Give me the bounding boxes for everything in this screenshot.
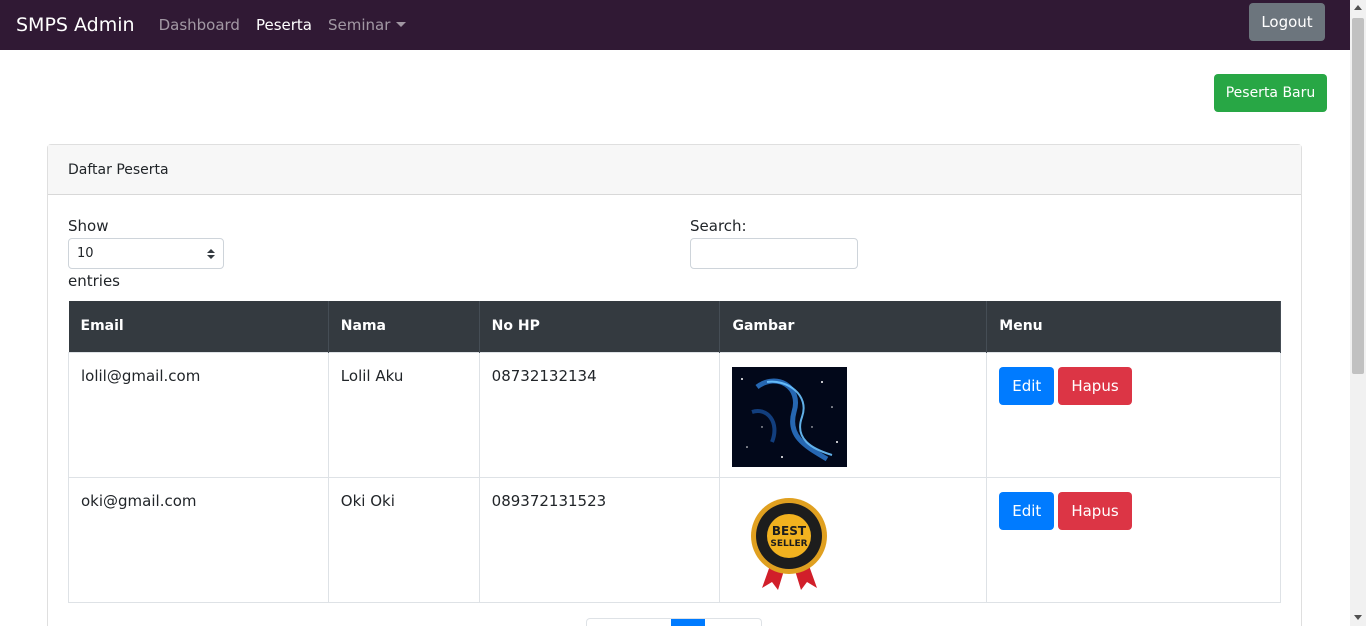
badge-text-best: BEST: [772, 524, 807, 538]
logout-button[interactable]: Logout: [1249, 3, 1325, 41]
cell-email: lolil@gmail.com: [68, 351, 329, 478]
table-row: lolil@gmail.com Lolil Aku 08732132134 Ed…: [68, 351, 1281, 478]
edit-button[interactable]: Edit: [999, 366, 1055, 405]
select-arrows-icon: [207, 248, 215, 259]
entries-label: entries: [68, 272, 120, 290]
entries-select-value: 10: [77, 246, 94, 261]
cell-nama: Oki Oki: [327, 476, 480, 603]
nav-seminar-dropdown[interactable]: Seminar: [328, 16, 407, 34]
card-header: Daftar Peserta: [48, 145, 1301, 195]
cell-gambar: [719, 351, 988, 478]
new-participant-button[interactable]: Peserta Baru: [1214, 74, 1327, 112]
nav-peserta[interactable]: Peserta: [256, 16, 312, 34]
participants-table: Email Nama No HP Gambar Menu lolil@gmail…: [68, 301, 1281, 603]
col-header-gambar[interactable]: Gambar: [719, 301, 988, 352]
search-label: Search:: [690, 217, 747, 235]
cell-gambar: BEST SELLER: [719, 476, 988, 603]
entries-select[interactable]: 10: [68, 238, 224, 269]
col-header-nama[interactable]: Nama: [328, 301, 480, 352]
cell-menu: Edit Hapus: [986, 351, 1281, 478]
nav-seminar-label: Seminar: [328, 16, 391, 34]
scroll-thumb[interactable]: [1352, 18, 1364, 374]
cell-nama: Lolil Aku: [327, 351, 480, 478]
scroll-up-arrow-icon[interactable]: [1354, 5, 1362, 10]
cell-menu: Edit Hapus: [986, 476, 1281, 603]
scroll-down-arrow-icon[interactable]: [1354, 615, 1362, 620]
edit-button[interactable]: Edit: [999, 491, 1055, 530]
nebula-image: [732, 366, 848, 467]
col-header-nohp[interactable]: No HP: [479, 301, 721, 352]
cell-nohp: 089372131523: [478, 476, 721, 603]
pagination[interactable]: [586, 618, 762, 626]
brand-logo[interactable]: SMPS Admin: [16, 14, 135, 36]
table-row: oki@gmail.com Oki Oki 089372131523 BEST …: [68, 476, 1281, 603]
badge-text-seller: SELLER: [771, 539, 808, 549]
caret-down-icon: [396, 22, 407, 27]
pagination-current-page[interactable]: [671, 619, 705, 626]
col-header-menu[interactable]: Menu: [986, 301, 1281, 352]
show-label: Show: [68, 217, 109, 235]
delete-button[interactable]: Hapus: [1058, 491, 1132, 530]
table-header-row: Email Nama No HP Gambar Menu: [68, 301, 1281, 352]
search-input[interactable]: [690, 238, 858, 269]
nav-dashboard[interactable]: Dashboard: [159, 16, 240, 34]
cell-email: oki@gmail.com: [68, 476, 329, 603]
delete-button[interactable]: Hapus: [1058, 366, 1132, 405]
col-header-email[interactable]: Email: [68, 301, 329, 352]
best-seller-badge-image: BEST SELLER: [751, 497, 828, 590]
vertical-scrollbar[interactable]: [1350, 0, 1366, 626]
top-navbar: SMPS Admin Dashboard Peserta Seminar: [0, 0, 1350, 50]
cell-nohp: 08732132134: [478, 351, 721, 478]
